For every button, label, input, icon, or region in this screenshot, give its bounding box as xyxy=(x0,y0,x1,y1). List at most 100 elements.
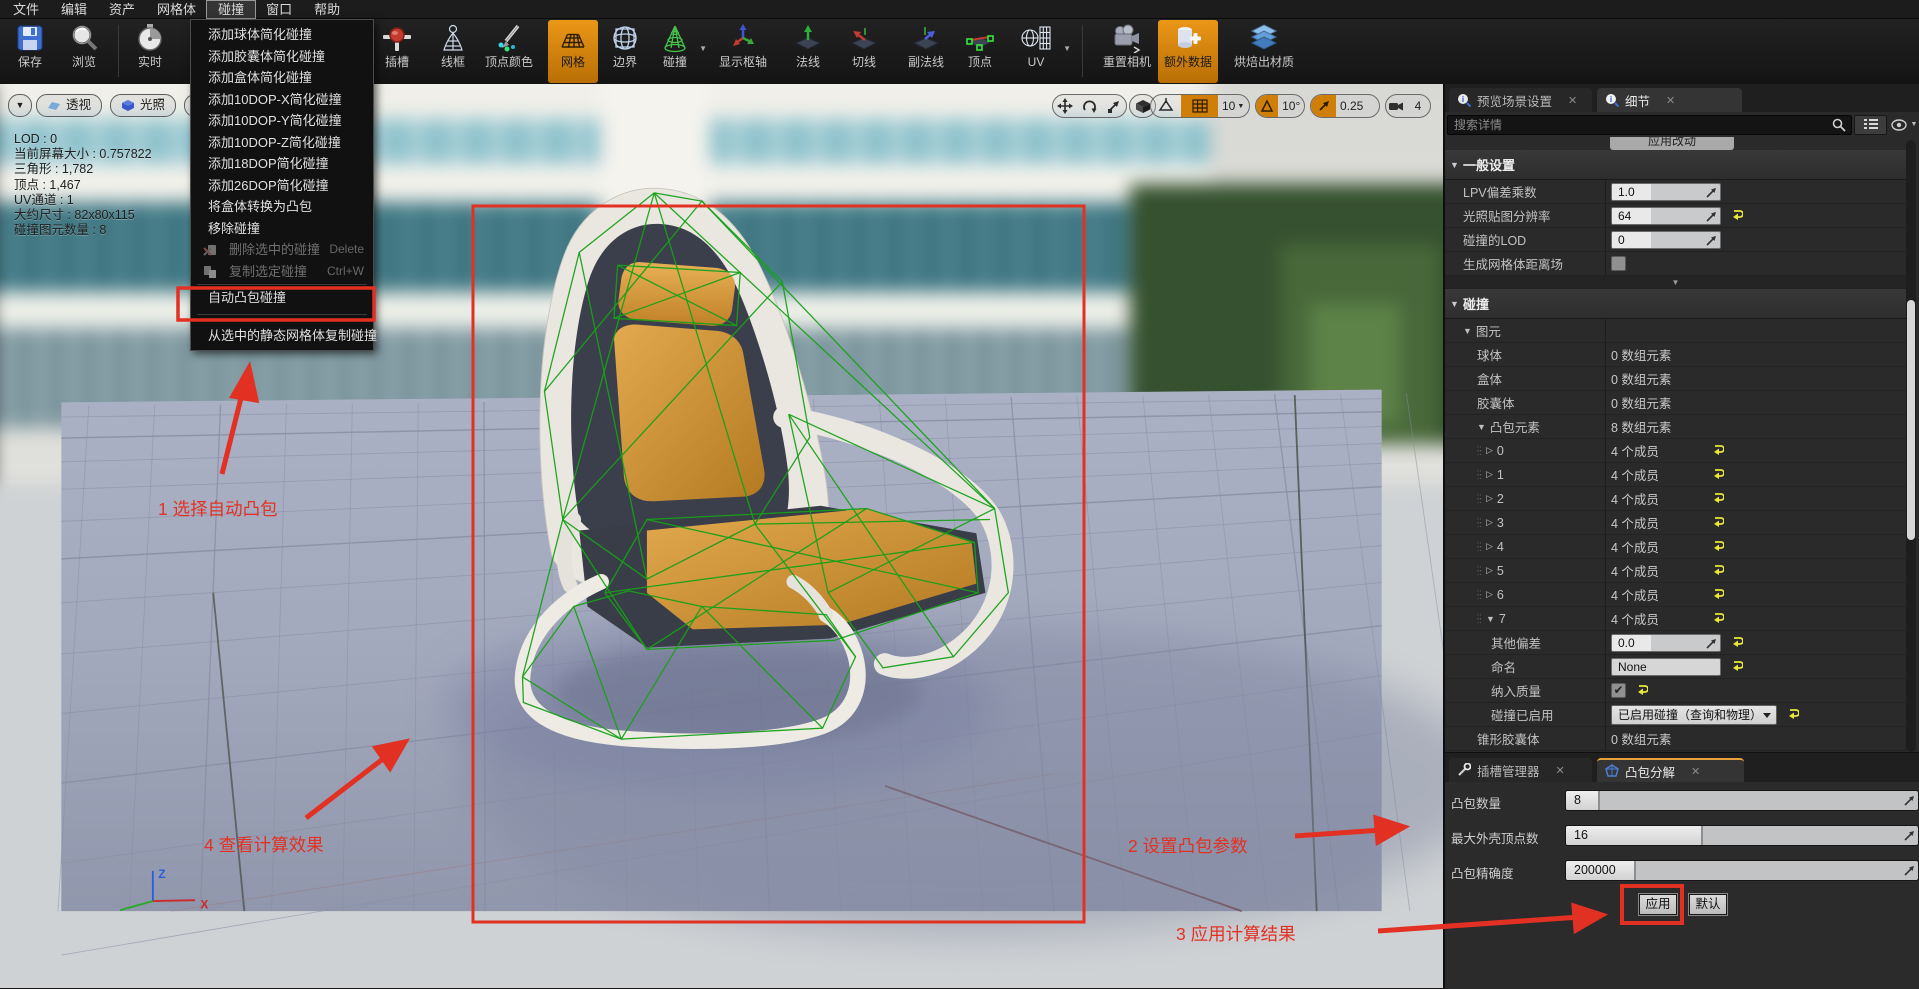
viewport-options-button[interactable]: ▼ xyxy=(8,94,32,117)
toolbar-button-reset-camera[interactable]: 重置相机 xyxy=(1092,20,1162,83)
tab-details[interactable]: i 细节✕ xyxy=(1597,88,1742,112)
toolbar-button-additional-data[interactable]: 额外数据 xyxy=(1158,20,1218,83)
tab-preview-scene-settings[interactable]: i 预览场景设置✕ xyxy=(1449,88,1592,112)
rotate-tool-icon[interactable] xyxy=(1077,94,1101,118)
search-input[interactable]: 搜索详情 xyxy=(1447,115,1852,135)
checkbox-生成网格体距离场[interactable] xyxy=(1611,256,1626,271)
toolbar-button-collision[interactable]: 碰撞▼ xyxy=(652,20,698,83)
menu-item-添加26DOP简化碰撞[interactable]: 添加26DOP简化碰撞 xyxy=(191,175,373,197)
expand-arrow[interactable]: ▷ xyxy=(1486,541,1493,552)
reset-to-default-icon[interactable] xyxy=(1731,634,1743,652)
reset-to-default-icon[interactable] xyxy=(1712,466,1724,484)
apply-button[interactable]: 应用 xyxy=(1639,894,1677,915)
drag-handle[interactable]: :::: xyxy=(1477,543,1483,551)
menu-item-从选中的静态网格体复制碰撞[interactable]: 从选中的静态网格体复制碰撞 xyxy=(191,325,373,347)
hull-precision-slider[interactable]: 200000 xyxy=(1565,860,1919,881)
max-hull-verts-slider[interactable]: 16 xyxy=(1565,825,1919,846)
toolbar-button-sockets[interactable]: 插槽 xyxy=(374,20,420,83)
angle-snap-value[interactable]: 10° xyxy=(1278,94,1304,118)
section-header-碰撞[interactable]: ▼碰撞 xyxy=(1445,289,1906,319)
dropdown-碰撞已启用[interactable]: 已启用碰撞（查询和物理） xyxy=(1611,705,1777,725)
grid-snap-group[interactable]: 10▼ xyxy=(1150,94,1250,118)
drag-handle[interactable]: :::: xyxy=(1477,495,1483,503)
expand-arrow[interactable]: ▼ xyxy=(1486,614,1495,624)
menu-item-将盒体转换为凸包[interactable]: 将盒体转换为凸包 xyxy=(191,196,373,218)
menu-item-删除选中的碰撞[interactable]: 删除选中的碰撞Delete xyxy=(191,239,373,261)
reset-to-default-icon[interactable] xyxy=(1712,538,1724,556)
reset-to-default-icon[interactable] xyxy=(1712,514,1724,532)
grid-snap-value[interactable]: 10▼ xyxy=(1218,94,1248,118)
expand-arrow[interactable]: ▼ xyxy=(1463,326,1472,336)
view-options-button[interactable]: ▼ xyxy=(1889,115,1919,135)
details-expander[interactable]: ▼ xyxy=(1445,276,1906,289)
menubar-item-编辑[interactable]: 编辑 xyxy=(50,1,98,18)
reset-to-default-icon[interactable] xyxy=(1712,442,1724,460)
transform-tools[interactable] xyxy=(1052,94,1127,118)
menu-item-添加18DOP简化碰撞[interactable]: 添加18DOP简化碰撞 xyxy=(191,153,373,175)
menu-item-移除碰撞[interactable]: 移除碰撞 xyxy=(191,218,373,240)
menubar-item-资产[interactable]: 资产 xyxy=(98,1,146,18)
menu-item-添加盒体简化碰撞[interactable]: 添加盒体简化碰撞 xyxy=(191,67,373,89)
drag-handle[interactable]: :::: xyxy=(1477,567,1483,575)
toolbar-button-wireframe[interactable]: 线框 xyxy=(430,20,476,83)
close-tab-icon[interactable]: ✕ xyxy=(1691,765,1700,778)
menubar-item-文件[interactable]: 文件 xyxy=(2,1,50,18)
spinbox-LPV偏差乘数[interactable]: 1.0 xyxy=(1611,183,1721,201)
menu-item-复制选定碰撞[interactable]: 复制选定碰撞Ctrl+W xyxy=(191,261,373,283)
toolbar-button-vertices[interactable]: 顶点 xyxy=(958,20,1002,83)
tab-socket-manager[interactable]: 插槽管理器✕ xyxy=(1449,758,1592,782)
toolbar-button-browse[interactable]: 浏览 xyxy=(62,20,106,83)
menu-item-添加10DOP-X简化碰撞[interactable]: 添加10DOP-X简化碰撞 xyxy=(191,89,373,111)
reset-to-default-icon[interactable] xyxy=(1787,706,1799,724)
expand-arrow[interactable]: ▷ xyxy=(1486,493,1493,504)
menubar-item-窗口[interactable]: 窗口 xyxy=(255,1,303,18)
tab-convex-decomposition[interactable]: 凸包分解✕ xyxy=(1597,758,1744,782)
scale-snap-icon[interactable] xyxy=(1311,94,1336,118)
section-header-一般设置[interactable]: ▼一般设置 xyxy=(1445,150,1906,180)
expand-arrow[interactable]: ▼ xyxy=(1477,422,1486,432)
drag-handle[interactable]: :::: xyxy=(1477,591,1483,599)
grid-snap-icon[interactable] xyxy=(1181,94,1218,118)
scale-tool-icon[interactable] xyxy=(1102,94,1126,118)
reset-to-default-icon[interactable] xyxy=(1731,207,1743,225)
drag-handle[interactable]: :::: xyxy=(1477,519,1483,527)
toolbar-button-pivot[interactable]: 显示枢轴 xyxy=(706,20,780,83)
menubar-item-网格体[interactable]: 网格体 xyxy=(146,1,207,18)
close-tab-icon[interactable]: ✕ xyxy=(1666,94,1675,107)
surface-snap-icon[interactable] xyxy=(1151,94,1181,118)
scale-snap-group[interactable]: 0.25 xyxy=(1310,94,1380,118)
perspective-button[interactable]: 透视 xyxy=(36,94,102,117)
scrollbar-thumb[interactable] xyxy=(1907,300,1915,540)
menubar-item-碰撞[interactable]: 碰撞 xyxy=(207,1,255,18)
toolbar-button-bake-materials[interactable]: 烘焙出材质 xyxy=(1224,20,1304,83)
scale-snap-value[interactable]: 0.25 xyxy=(1336,94,1367,118)
expand-arrow[interactable]: ▷ xyxy=(1486,589,1493,600)
drag-handle[interactable]: :::: xyxy=(1477,615,1483,623)
default-button[interactable]: 默认 xyxy=(1689,894,1727,915)
menu-item-添加10DOP-Y简化碰撞[interactable]: 添加10DOP-Y简化碰撞 xyxy=(191,110,373,132)
checkbox-纳入质量[interactable]: ✔ xyxy=(1611,683,1626,698)
input-命名[interactable]: None xyxy=(1611,658,1721,676)
spinbox-其他偏差[interactable]: 0.0 xyxy=(1611,634,1721,652)
expand-arrow[interactable]: ▷ xyxy=(1486,517,1493,528)
menubar-item-帮助[interactable]: 帮助 xyxy=(303,1,351,18)
camera-speed-icon[interactable] xyxy=(1386,94,1406,118)
menu-item-添加10DOP-Z简化碰撞[interactable]: 添加10DOP-Z简化碰撞 xyxy=(191,132,373,154)
camera-speed-group[interactable]: 4 xyxy=(1385,94,1431,118)
toolbar-button-binormals[interactable]: 副法线 xyxy=(896,20,956,83)
close-tab-icon[interactable]: ✕ xyxy=(1556,764,1565,777)
menu-item-添加球体简化碰撞[interactable]: 添加球体简化碰撞 xyxy=(191,24,373,46)
menu-item-自动凸包碰撞[interactable]: 自动凸包碰撞 xyxy=(191,287,373,309)
drag-handle[interactable]: :::: xyxy=(1477,471,1483,479)
camera-speed-value[interactable]: 4 xyxy=(1406,94,1430,118)
toolbar-button-save[interactable]: 保存 xyxy=(8,20,52,83)
rotation-snap-group[interactable]: 10° xyxy=(1255,94,1305,118)
display-filter-button[interactable] xyxy=(1854,115,1887,135)
toolbar-button-realtime[interactable]: 实时 xyxy=(128,20,172,83)
drag-handle[interactable]: :::: xyxy=(1477,447,1483,455)
reset-to-default-icon[interactable] xyxy=(1712,562,1724,580)
toolbar-button-grid[interactable]: 网格 xyxy=(548,20,598,83)
angle-snap-icon[interactable] xyxy=(1256,94,1278,118)
expand-arrow[interactable]: ▷ xyxy=(1486,469,1493,480)
expand-arrow[interactable]: ▷ xyxy=(1486,445,1493,456)
